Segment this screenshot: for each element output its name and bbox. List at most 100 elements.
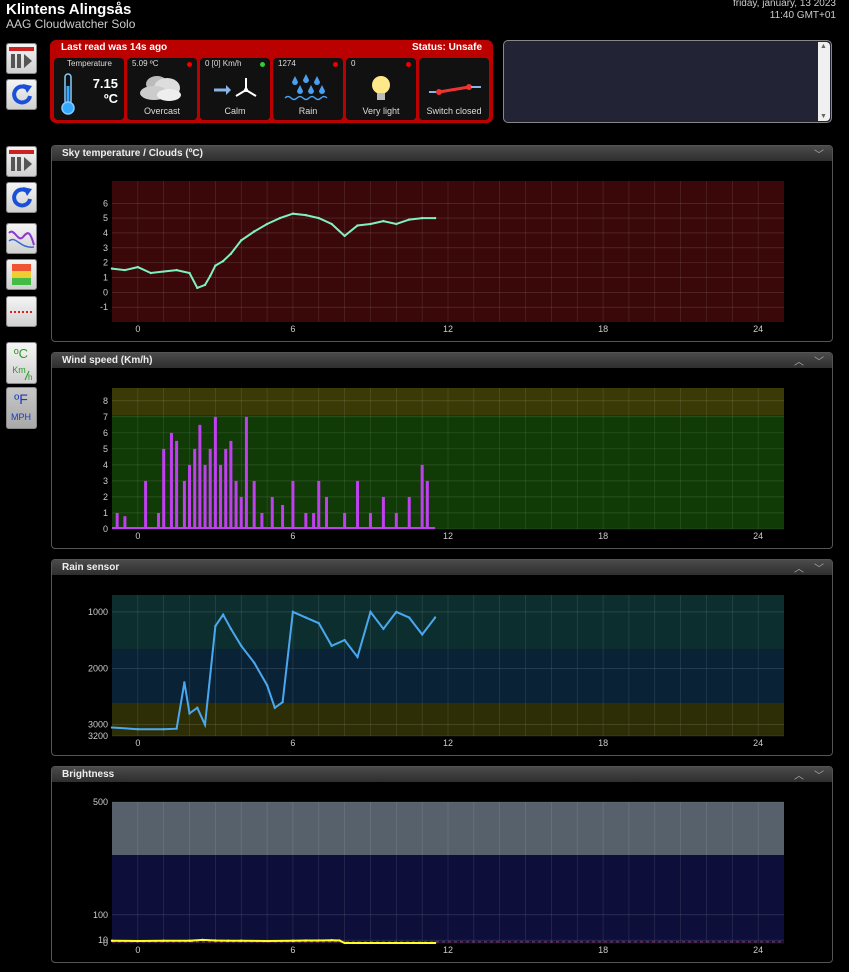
x-tick-label: 18 (598, 531, 608, 541)
mph-label: MPH (11, 412, 31, 422)
x-tick-label: 24 (753, 738, 763, 748)
chevron-down-icon[interactable]: ﹀ (814, 353, 824, 368)
wind-bar (157, 512, 161, 529)
chevron-up-icon[interactable]: ︿ (794, 560, 804, 575)
y-tick-label: 1 (103, 272, 108, 282)
brightness-panel-header[interactable]: Brightness ︿ ﹀ (52, 767, 832, 782)
data-point (252, 230, 256, 233)
wind-bar (162, 448, 166, 529)
x-tick-label: 0 (135, 738, 140, 748)
wind-panel-title: Wind speed (Km/h) (62, 355, 153, 366)
y-tick-label: 6 (103, 198, 108, 208)
chevron-down-icon[interactable]: ﹀ (814, 146, 824, 161)
data-point (240, 644, 243, 647)
data-point (227, 939, 230, 942)
switch-tile[interactable]: Switch closed (419, 58, 489, 120)
x-tick-label: 24 (753, 945, 763, 955)
switch-caption: Switch closed (426, 106, 482, 116)
pause-button[interactable] (6, 43, 37, 74)
y-tick-label: 0 (103, 287, 108, 297)
x-tick-label: 6 (290, 738, 295, 748)
x-tick-label: 0 (135, 945, 140, 955)
chevron-down-icon[interactable]: ﹀ (814, 560, 824, 575)
x-tick-label: 12 (443, 945, 453, 955)
data-point (265, 684, 269, 687)
data-point (338, 939, 341, 942)
color-scale-button[interactable] (6, 259, 37, 290)
y-tick-label: 5 (103, 213, 108, 223)
data-point (304, 616, 308, 619)
data-point (420, 216, 424, 220)
celsius-label: ºC (14, 346, 28, 361)
datetime: friday, january, 13 2023 11:40 GMT+01 (733, 0, 836, 22)
wind-bar (425, 480, 429, 529)
y-tick-label: 500 (93, 797, 108, 807)
scroll-up-icon[interactable]: ▲ (820, 43, 827, 50)
date-label: friday, january, 13 2023 (732, 0, 836, 9)
dotted-line-button[interactable] (6, 296, 37, 327)
wind-bar (260, 512, 264, 529)
brightness-panel-title: Brightness (62, 769, 115, 780)
refresh-icon (12, 84, 32, 105)
temperature-tile[interactable]: Temperature 7.15 ºC (54, 58, 124, 120)
data-point (291, 212, 295, 215)
sky-panel-header[interactable]: Sky temperature / Clouds (ºC) ﹀ (52, 146, 832, 161)
wind-speed-panel: Wind speed (Km/h) ︿ ﹀ 0 1 2 3 4 5 6 7 8 0 6 12 18 24 (51, 352, 833, 549)
imperial-units-button[interactable]: ºF MPH (6, 387, 37, 429)
data-point (356, 655, 359, 659)
y-tick-label: 8 (103, 396, 108, 406)
metric-units-button[interactable]: ºC Km h (6, 342, 37, 384)
wind-tile[interactable]: 0 [0] Km/h Calm (200, 58, 270, 120)
data-point (395, 222, 398, 226)
pause-charts-button[interactable] (6, 146, 37, 177)
y-tick-label: 2000 (88, 663, 108, 673)
wind-bar (203, 464, 207, 529)
chart-line-button[interactable] (6, 223, 37, 254)
wind-panel-header[interactable]: Wind speed (Km/h) ︿ ﹀ (52, 353, 832, 368)
rain-tile[interactable]: 1274 Rain (273, 58, 343, 120)
x-tick-label: 18 (598, 945, 608, 955)
clouds-tile[interactable]: 5.09 ºC Overcast (127, 58, 197, 120)
rain-panel-title: Rain sensor (62, 562, 120, 573)
y-tick-label: -1 (100, 302, 108, 312)
wind-bar (188, 464, 192, 529)
status-panel: Last read was 14s ago Status: Unsafe Tem… (50, 40, 493, 123)
x-tick-label: 18 (598, 738, 608, 748)
temperature-unit: ºC (103, 91, 118, 106)
clouds-caption: Overcast (143, 106, 180, 116)
chevron-down-icon[interactable]: ﹀ (814, 767, 824, 782)
scroll-down-icon[interactable]: ▼ (820, 113, 827, 120)
data-point (214, 939, 217, 942)
x-tick-label: 6 (290, 531, 295, 541)
wind-bar (291, 480, 295, 529)
x-tick-label: 18 (598, 324, 608, 334)
data-point (183, 681, 186, 684)
x-tick-label: 0 (135, 324, 140, 334)
refresh-button[interactable] (6, 79, 37, 110)
chevron-up-icon[interactable]: ︿ (794, 353, 804, 368)
data-point (317, 939, 320, 942)
light-tile[interactable]: 0 Very light (346, 58, 416, 120)
y-tick-label: 2 (103, 492, 108, 502)
y-tick-label: 7 (103, 412, 108, 422)
data-point (382, 627, 385, 631)
brightness-chart: 0101005000 6 12 18 24 (93, 797, 784, 955)
wind-bar (304, 512, 308, 529)
message-box[interactable]: ▲ ▼ (503, 40, 832, 123)
message-scrollbar[interactable]: ▲ ▼ (818, 42, 830, 121)
wind-bar (229, 440, 233, 529)
data-point (196, 286, 199, 290)
rain-panel-header[interactable]: Rain sensor ︿ ﹀ (52, 560, 832, 575)
x-tick-label: 12 (443, 738, 453, 748)
data-point (149, 271, 152, 275)
data-point (110, 267, 114, 270)
y-tick-label: 4 (103, 228, 108, 238)
refresh-charts-button[interactable] (6, 182, 37, 213)
wind-bar (381, 496, 385, 529)
data-point (395, 610, 398, 614)
color-scale-icon (12, 264, 31, 285)
data-point (343, 234, 346, 238)
data-point (136, 265, 140, 269)
data-point (221, 259, 225, 263)
chevron-up-icon[interactable]: ︿ (794, 767, 804, 782)
